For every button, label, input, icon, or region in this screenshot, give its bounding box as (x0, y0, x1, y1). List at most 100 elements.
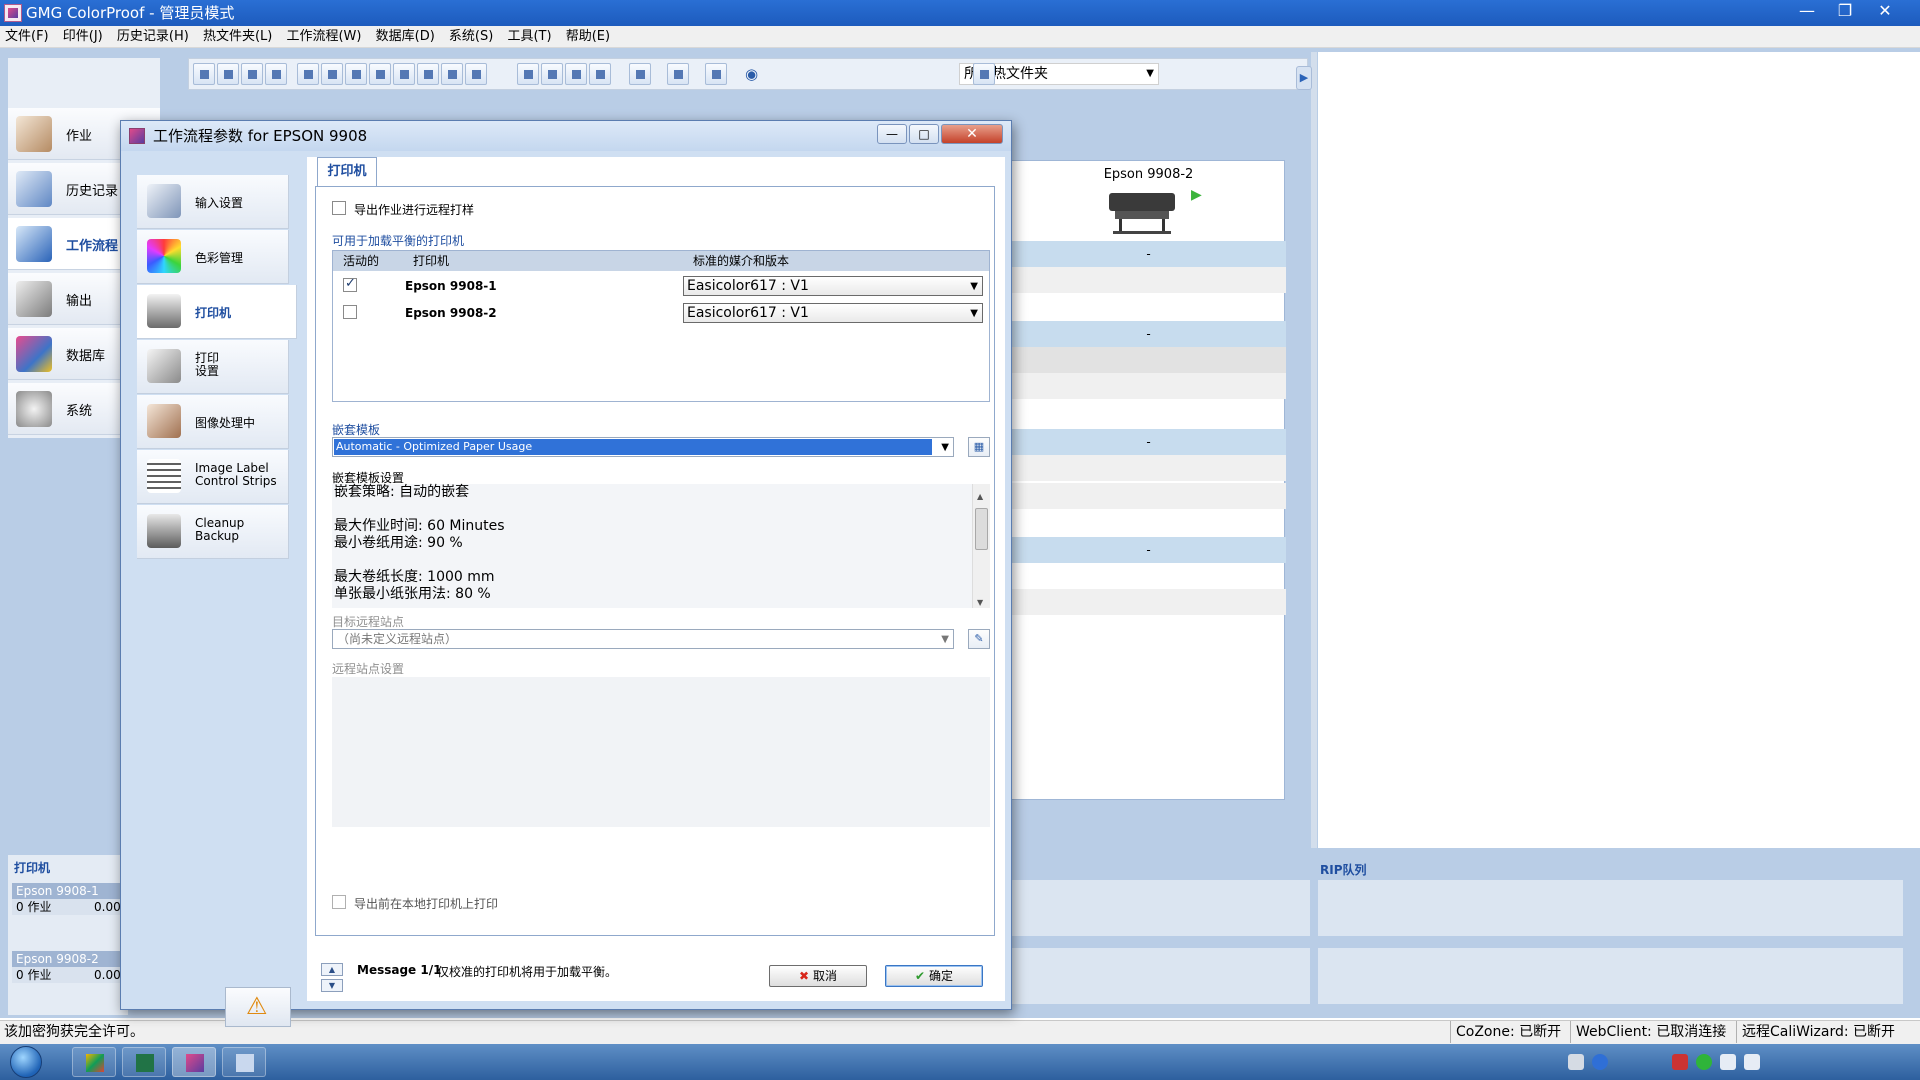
printer-name: Epson 9908-2 (1103, 167, 1194, 182)
menu-help[interactable]: 帮助(E) (561, 26, 615, 48)
tool-button-11[interactable] (441, 63, 463, 85)
tool-button-2[interactable] (217, 63, 239, 85)
media-version-select[interactable]: Easicolor617 : V1 ▼ (683, 276, 983, 296)
dialog-nav-image-processing[interactable]: 图像处理中 (137, 395, 289, 449)
gear-icon (16, 391, 52, 427)
dialog-minimize-button[interactable]: — (877, 124, 907, 144)
dialog-nav-label: 输入设置 (195, 196, 244, 210)
clear-filter-button[interactable] (973, 63, 995, 85)
close-button[interactable]: ✕ (1866, 0, 1904, 22)
menu-file[interactable]: 文件(F) (0, 26, 54, 48)
ok-button[interactable]: ✔ 确定 (885, 965, 983, 987)
warning-button[interactable] (225, 987, 291, 1027)
scroll-down-icon[interactable]: ▼ (977, 594, 983, 611)
loadbalance-printer-table: 活动的 打印机 标准的媒介和版本 Epson 9908-1 Easicolor6… (332, 250, 990, 402)
tool-button-15[interactable] (565, 63, 587, 85)
printer-icon (147, 294, 181, 328)
taskbar-app-1[interactable] (72, 1047, 116, 1077)
dialog-nav-image-label[interactable]: Image Label Control Strips (137, 450, 289, 504)
scroll-thumb[interactable] (975, 508, 988, 550)
caliwizard-status: 远程CaliWizard: 已断开 (1736, 1021, 1895, 1043)
tool-button-8[interactable] (369, 63, 391, 85)
tray-app-icon[interactable] (1696, 1054, 1712, 1070)
menu-history[interactable]: 历史记录(H) (112, 26, 194, 48)
flag-icon[interactable] (1672, 1054, 1688, 1070)
start-button[interactable] (10, 1046, 42, 1078)
menu-database[interactable]: 数据库(D) (371, 26, 440, 48)
nesting-template-edit-button[interactable]: ▦ (968, 437, 990, 457)
collapse-panel-button[interactable]: ▶ (1296, 66, 1312, 90)
table-row[interactable]: Epson 9908-2 Easicolor617 : V1 ▼ (333, 300, 989, 326)
taskbar-app-4[interactable] (222, 1047, 266, 1077)
nesting-settings-box: 嵌套策略: 自动的嵌套 最大作业时间: 60 Minutes 最小卷纸用途: 9… (332, 484, 990, 608)
scroll-up-icon[interactable]: ▲ (977, 488, 983, 505)
chevron-down-icon: ▼ (970, 281, 978, 292)
tool-button-14[interactable] (541, 63, 563, 85)
dialog-nav-print-settings[interactable]: 打印 设置 (137, 340, 289, 394)
delete-button[interactable] (629, 63, 651, 85)
tool-button-1[interactable] (193, 63, 215, 85)
tab-printer[interactable]: 打印机 (317, 157, 377, 187)
dialog-nav-cleanup-backup[interactable]: Cleanup Backup (137, 505, 289, 559)
dialog-maximize-button[interactable]: □ (909, 124, 939, 144)
minimize-button[interactable]: — (1788, 0, 1826, 22)
tool-button-6[interactable] (321, 63, 343, 85)
printer-queue-item[interactable]: Epson 9908-1 0 作业 0.00 (12, 883, 132, 915)
tool-button-9[interactable] (393, 63, 415, 85)
remote-site-edit-button[interactable]: ✎ (968, 629, 990, 649)
dialog-nav-printer[interactable]: 打印机 (137, 285, 297, 339)
cancel-button[interactable]: ✖ 取消 (769, 965, 867, 987)
play-icon[interactable]: ▶ (1191, 187, 1202, 203)
table-row[interactable]: Epson 9908-1 Easicolor617 : V1 ▼ (333, 273, 989, 299)
tool-button-7[interactable] (345, 63, 367, 85)
menu-system[interactable]: 系统(S) (444, 26, 498, 48)
message-prev-button[interactable]: ▲ (321, 963, 343, 976)
taskbar-app-colorproof[interactable] (172, 1047, 216, 1077)
taskbar-app-excel[interactable] (122, 1047, 166, 1077)
dialog-nav-input-settings[interactable]: 输入设置 (137, 175, 289, 229)
message-next-button[interactable]: ▼ (321, 979, 343, 992)
keyboard-icon[interactable] (1568, 1054, 1584, 1070)
nav-item-label: 数据库 (66, 349, 106, 364)
nesting-template-select[interactable]: Automatic - Optimized Paper Usage ▼ (332, 437, 954, 457)
tool-button-10[interactable] (417, 63, 439, 85)
message-count: Message 1/1 (357, 963, 442, 977)
status-row: - (1011, 429, 1286, 455)
pause-button[interactable] (705, 63, 727, 85)
export-remote-proof-checkbox[interactable] (332, 201, 346, 215)
column-header-printer: 打印机 (413, 254, 450, 268)
printer-icon (1109, 193, 1175, 234)
menu-workflow[interactable]: 工作流程(W) (281, 26, 366, 48)
dialog-nav-label: Image Label Control Strips (195, 461, 277, 488)
help-icon[interactable] (1592, 1054, 1608, 1070)
menu-tools[interactable]: 工具(T) (502, 26, 556, 48)
tool-button-16[interactable] (589, 63, 611, 85)
tool-button-3[interactable] (241, 63, 263, 85)
tool-button-13[interactable] (517, 63, 539, 85)
menu-job[interactable]: 印件(J) (58, 26, 108, 48)
printer-queue-item[interactable]: Epson 9908-2 0 作业 0.00 (12, 951, 132, 983)
menu-hotfolder[interactable]: 热文件夹(L) (198, 26, 277, 48)
maximize-button[interactable]: ❐ (1826, 0, 1864, 22)
tool-button-4[interactable] (265, 63, 287, 85)
status-row: - (1011, 241, 1286, 267)
volume-icon[interactable] (1744, 1054, 1760, 1070)
network-icon[interactable] (1720, 1054, 1736, 1070)
tool-button-5[interactable] (297, 63, 319, 85)
dialog-nav-color-management[interactable]: 色彩管理 (137, 230, 289, 284)
workflow-icon (16, 226, 52, 262)
print-local-checkbox[interactable] (332, 895, 346, 909)
tool-button-12[interactable] (465, 63, 487, 85)
nesting-settings-scrollbar[interactable]: ▲ ▼ (972, 484, 990, 608)
panel-splitter[interactable] (1311, 52, 1317, 848)
active-checkbox[interactable] (343, 305, 357, 319)
active-checkbox[interactable] (343, 276, 357, 292)
edit-button[interactable] (667, 63, 689, 85)
table-header: 活动的 打印机 标准的媒介和版本 (333, 251, 989, 271)
dialog-close-button[interactable]: ✕ (941, 124, 1003, 144)
remote-site-select[interactable]: （尚未定义远程站点） ▼ (332, 629, 954, 649)
database-icon (16, 336, 52, 372)
chevron-down-icon: ▼ (1146, 68, 1154, 79)
media-version-select[interactable]: Easicolor617 : V1 ▼ (683, 303, 983, 323)
printer-queue-panel: 打印机 Epson 9908-1 0 作业 0.00 Epson 9908-2 0… (8, 855, 132, 1015)
